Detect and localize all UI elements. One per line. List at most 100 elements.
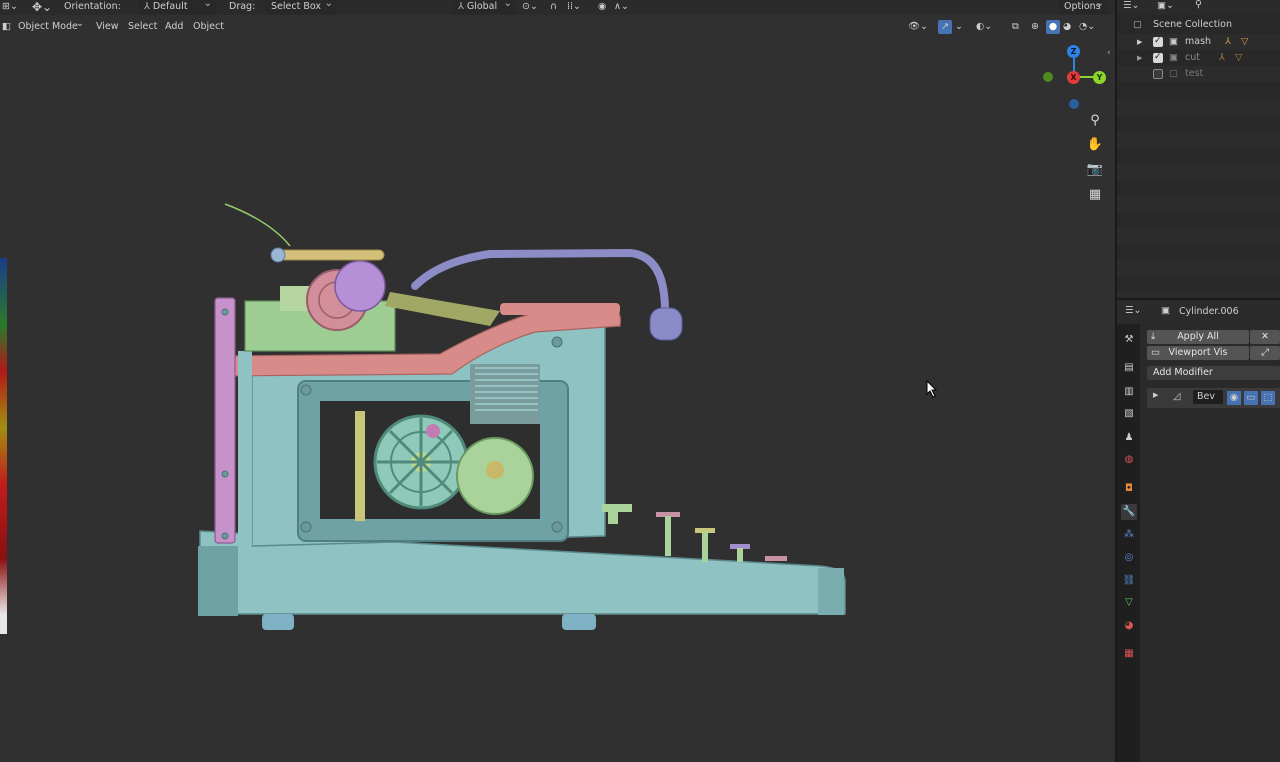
drag-dropdown[interactable]: Select Box [265, 0, 337, 14]
pivot-point-icon[interactable]: ⊙⌄ [522, 0, 538, 15]
collection-label: mash [1185, 36, 1212, 47]
modifier-expand-icon[interactable]: ▶ [1153, 391, 1158, 399]
output-tab-icon[interactable]: ▥ [1121, 384, 1137, 400]
show-in-viewport-icon[interactable]: ▭ [1244, 391, 1258, 405]
proportional-edit-icon[interactable]: ◉ [598, 0, 606, 15]
properties-panel: ☰⌄ ▣ Cylinder.006 ⤓ Apply All ✕ ▭ Viewpo… [1117, 300, 1280, 762]
options-dropdown[interactable]: Options [1058, 0, 1108, 14]
ortho-grid-icon[interactable]: ▦ [1086, 186, 1104, 204]
overlay-toggle-icon[interactable]: ◐⌄ [976, 20, 992, 34]
pan-hand-icon[interactable]: ✋ [1086, 136, 1104, 154]
menu-select[interactable]: Select [128, 20, 157, 34]
search-icon[interactable]: ⚲ [1195, 0, 1202, 10]
left-edge-image-strip [0, 258, 7, 634]
material-tab-icon[interactable]: ◕ [1121, 618, 1137, 634]
navigation-gizmo[interactable]: Z X Y [1040, 44, 1110, 114]
collection-label: test [1185, 68, 1204, 79]
outliner-panel: ☰⌄ ▣⌄ ⚲ ▢ Scene Collection ▶ ▣ mash ⅄ ▽ … [1117, 0, 1280, 298]
orientation-icon: ⅄ [144, 1, 153, 12]
particles-tab-icon[interactable]: ⁂ [1121, 527, 1137, 543]
properties-header: ☰⌄ ▣ Cylinder.006 [1117, 300, 1280, 324]
menu-view[interactable]: View [96, 20, 119, 34]
monitor-icon: ▭ [1151, 347, 1160, 358]
transform-tool-icon[interactable]: ✥⌄ [32, 0, 52, 15]
mode-dropdown[interactable]: Object Mode [18, 20, 78, 34]
transform-orientation-dropdown[interactable]: ⅄ Global [452, 0, 516, 14]
texture-tab-icon[interactable]: ▦ [1121, 646, 1137, 662]
data-tab-icon[interactable]: ▽ [1121, 595, 1137, 611]
mesh-filter-icon: ▽ [1235, 52, 1243, 63]
scene-tab-icon[interactable]: ♟ [1121, 430, 1137, 446]
collection-checkbox[interactable] [1153, 69, 1163, 79]
modifier-name-field[interactable]: Bev [1193, 390, 1223, 404]
world-tab-icon[interactable]: ◍ [1121, 452, 1137, 468]
viewport-vis-button[interactable]: ▭ Viewport Vis [1147, 346, 1249, 360]
armature-icon: ⅄ [1225, 36, 1231, 47]
modifier-tab-icon[interactable]: 🔧 [1121, 504, 1137, 520]
delete-all-button[interactable]: ✕ [1250, 330, 1280, 344]
collection-row-cut[interactable]: ▶ ▣ cut ⅄ ▽ [1117, 49, 1280, 66]
editor-type-icon[interactable]: ⊞⌄ [2, 0, 18, 15]
collection-checkbox[interactable] [1153, 49, 1163, 65]
visibility-icon[interactable]: 👁⌄ [908, 20, 928, 34]
modifier-panel-bevel[interactable]: ▶ ◿ Bev ◉ ▭ ⬚ [1147, 388, 1280, 408]
sidebar-toggle-icon[interactable]: ‹ [1107, 48, 1111, 58]
expand-arrow-icon[interactable]: ▶ [1137, 34, 1142, 50]
collection-row-mash[interactable]: ▶ ▣ mash ⅄ ▽ [1117, 33, 1280, 50]
properties-editor-type-icon[interactable]: ☰⌄ [1125, 305, 1141, 316]
show-in-render-icon[interactable]: ◉ [1227, 391, 1241, 405]
bevel-modifier-icon: ◿ [1173, 391, 1181, 402]
transform-orientation-value: Global [466, 1, 498, 12]
outliner-row-stripes [1117, 84, 1280, 298]
collection-checkbox[interactable] [1153, 33, 1163, 49]
physics-tab-icon[interactable]: ◎ [1121, 550, 1137, 566]
scene-collection-label: Scene Collection [1153, 19, 1232, 30]
object-name: Cylinder.006 [1179, 306, 1239, 317]
mouse-cursor-icon [926, 380, 938, 398]
snap-target-icon[interactable]: ⁞⁞⌄ [567, 0, 581, 15]
mode-icon: ◧ [2, 21, 11, 32]
gizmo-z-axis[interactable]: Z [1067, 45, 1080, 58]
view-layer-tab-icon[interactable]: ▧ [1121, 406, 1137, 422]
camera-view-icon[interactable]: 📷 [1086, 161, 1104, 179]
expand-all-button[interactable]: ⤢ [1250, 346, 1280, 360]
gizmo-toggle-icon[interactable]: ↗ [938, 20, 952, 34]
scene-collection-row[interactable]: ▢ Scene Collection [1117, 17, 1280, 33]
close-icon: ✕ [1261, 331, 1269, 342]
3d-viewport[interactable]: Z X Y ⚲ ✋ 📷 ▦ [0, 16, 1116, 762]
armature-icon: ⅄ [1219, 52, 1225, 63]
zoom-icon[interactable]: ⚲ [1086, 112, 1104, 130]
snap-magnet-icon[interactable]: ∩ [550, 0, 557, 15]
mode-chevron-icon[interactable]: ⌄ [76, 17, 84, 31]
outliner-header: ☰⌄ ▣⌄ ⚲ [1117, 0, 1280, 14]
panel-divider-vertical[interactable] [1115, 0, 1117, 762]
orientation-dropdown[interactable]: ⅄ Default [138, 0, 216, 14]
object-tab-icon[interactable]: ◘ [1121, 481, 1137, 497]
menu-add[interactable]: Add [165, 20, 183, 34]
collection-row-test[interactable]: ▢ test [1117, 66, 1280, 82]
expand-arrow-icon[interactable]: ▶ [1137, 50, 1142, 66]
collection-label: cut [1185, 52, 1200, 63]
menu-object[interactable]: Object [193, 20, 224, 34]
show-in-editmode-icon[interactable]: ⬚ [1261, 391, 1275, 405]
solid-shading-icon[interactable]: ● [1046, 20, 1060, 34]
constraints-tab-icon[interactable]: ⛓ [1121, 573, 1137, 589]
rendered-shading-icon[interactable]: ◔⌄ [1079, 20, 1095, 34]
gizmo-chevron-icon[interactable]: ⌄ [955, 20, 963, 34]
tool-tab-icon[interactable]: ⚒ [1121, 332, 1137, 348]
add-modifier-button[interactable]: Add Modifier [1147, 366, 1280, 380]
scene-collection-icon: ▢ [1133, 19, 1142, 30]
display-mode-icon[interactable]: ▣⌄ [1157, 0, 1174, 11]
drag-label: Drag: [229, 1, 256, 12]
outliner-editor-type-icon[interactable]: ☰⌄ [1123, 0, 1139, 11]
falloff-icon[interactable]: ∧⌄ [614, 0, 629, 15]
apply-all-button[interactable]: ⤓ Apply All [1147, 330, 1249, 344]
mesh-filter-icon: ▽ [1241, 36, 1249, 47]
xray-toggle-icon[interactable]: ⧉ [1012, 20, 1019, 34]
render-tab-icon[interactable]: ▤ [1121, 360, 1137, 376]
gizmo-y-axis[interactable]: Y [1093, 71, 1106, 84]
panel-divider-horizontal[interactable] [1117, 298, 1280, 300]
gizmo-x-axis[interactable]: X [1067, 71, 1080, 84]
material-shading-icon[interactable]: ◕ [1063, 20, 1071, 34]
wireframe-shading-icon[interactable]: ⊕ [1031, 20, 1039, 34]
